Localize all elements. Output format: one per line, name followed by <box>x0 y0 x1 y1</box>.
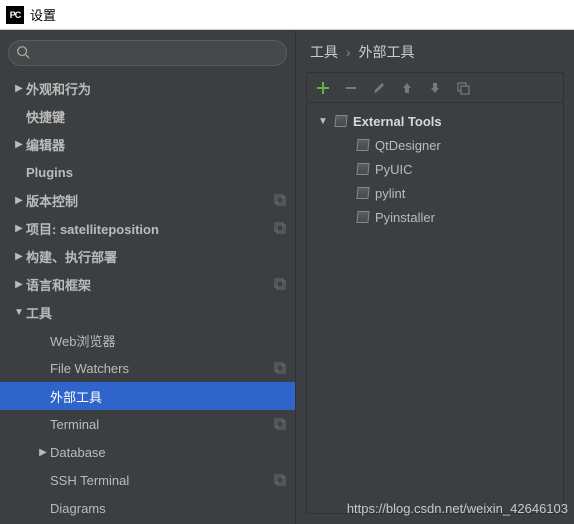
settings-tree: ▶外观和行为快捷键▶编辑器Plugins▶版本控制▶项目: satellitep… <box>0 74 295 524</box>
sidebar-item-label: 编辑器 <box>26 135 287 154</box>
sidebar-item-label: Diagrams <box>50 501 287 516</box>
expand-arrow-icon: ▶ <box>36 447 50 458</box>
sidebar-item-12[interactable]: Terminal <box>0 410 295 438</box>
project-scope-icon <box>273 221 287 235</box>
down-button[interactable] <box>427 80 443 96</box>
sidebar-item-label: SSH Terminal <box>50 473 269 488</box>
sidebar-item-0[interactable]: ▶外观和行为 <box>0 74 295 102</box>
tool-item-label: pylint <box>375 186 405 201</box>
sidebar-item-label: 语言和框架 <box>26 275 269 294</box>
search-row <box>0 30 295 74</box>
project-scope-icon <box>273 473 287 487</box>
search-box <box>8 40 287 66</box>
checkbox-icon[interactable] <box>356 187 369 199</box>
tool-item-label: Pyinstaller <box>375 210 435 225</box>
external-tools-tree: ▼ External Tools QtDesigner PyUIC pylint Pyin… <box>307 103 563 235</box>
right-panel: 工具 › 外部工具 <box>296 30 574 524</box>
sidebar-item-10[interactable]: File Watchers <box>0 354 295 382</box>
sidebar-item-label: 项目: satelliteposition <box>26 219 269 238</box>
sidebar-item-label: Terminal <box>50 417 269 432</box>
sidebar-item-8[interactable]: ▼工具 <box>0 298 295 326</box>
arrow-up-icon <box>401 81 413 95</box>
expand-arrow-icon: ▶ <box>12 279 26 290</box>
tool-item-label: QtDesigner <box>375 138 441 153</box>
remove-button[interactable] <box>343 80 359 96</box>
sidebar-item-3[interactable]: Plugins <box>0 158 295 186</box>
project-scope-icon <box>273 277 287 291</box>
main-container: ▶外观和行为快捷键▶编辑器Plugins▶版本控制▶项目: satellitep… <box>0 30 574 524</box>
expand-arrow-icon: ▶ <box>12 139 26 150</box>
project-scope-icon <box>273 417 287 431</box>
search-icon <box>16 45 30 59</box>
sidebar-item-label: File Watchers <box>50 361 269 376</box>
app-icon: PC <box>6 6 24 24</box>
add-button[interactable] <box>315 80 331 96</box>
content-box: ▼ External Tools QtDesigner PyUIC pylint Pyin… <box>306 72 564 514</box>
sidebar-item-label: 工具 <box>26 303 287 322</box>
minus-icon <box>344 81 358 95</box>
titlebar: PC 设置 <box>0 0 574 30</box>
sidebar-panel: ▶外观和行为快捷键▶编辑器Plugins▶版本控制▶项目: satellitep… <box>0 30 296 524</box>
arrow-down-icon <box>429 81 441 95</box>
tools-group-label: External Tools <box>353 114 442 129</box>
checkbox-icon[interactable] <box>334 115 347 127</box>
breadcrumb-part1: 工具 <box>310 44 338 60</box>
tool-item-1[interactable]: PyUIC <box>311 157 559 181</box>
expand-arrow-icon: ▶ <box>12 83 26 94</box>
sidebar-item-label: 构建、执行部署 <box>26 247 287 266</box>
project-scope-icon <box>273 193 287 207</box>
expand-arrow-icon: ▶ <box>12 223 26 234</box>
expand-arrow-icon: ▼ <box>12 307 26 318</box>
sidebar-item-2[interactable]: ▶编辑器 <box>0 130 295 158</box>
sidebar-item-6[interactable]: ▶构建、执行部署 <box>0 242 295 270</box>
tool-item-label: PyUIC <box>375 162 413 177</box>
sidebar-item-13[interactable]: ▶Database <box>0 438 295 466</box>
plus-icon <box>316 81 330 95</box>
sidebar-item-label: Web浏览器 <box>50 331 287 350</box>
sidebar-item-4[interactable]: ▶版本控制 <box>0 186 295 214</box>
tool-item-2[interactable]: pylint <box>311 181 559 205</box>
sidebar-item-14[interactable]: SSH Terminal <box>0 466 295 494</box>
search-input[interactable] <box>8 40 287 66</box>
sidebar-item-7[interactable]: ▶语言和框架 <box>0 270 295 298</box>
expand-arrow-icon: ▼ <box>317 116 329 127</box>
tool-item-0[interactable]: QtDesigner <box>311 133 559 157</box>
sidebar-item-15[interactable]: Diagrams <box>0 494 295 522</box>
sidebar-item-11[interactable]: 外部工具 <box>0 382 295 410</box>
breadcrumb: 工具 › 外部工具 <box>296 30 574 72</box>
checkbox-icon[interactable] <box>356 139 369 151</box>
copy-icon <box>456 81 470 95</box>
pencil-icon <box>372 81 386 95</box>
sidebar-item-label: 外观和行为 <box>26 79 287 98</box>
tool-item-3[interactable]: Pyinstaller <box>311 205 559 229</box>
sidebar-item-label: 版本控制 <box>26 191 269 210</box>
tools-toolbar <box>307 73 563 103</box>
breadcrumb-part2: 外部工具 <box>358 44 414 60</box>
sidebar-item-9[interactable]: Web浏览器 <box>0 326 295 354</box>
checkbox-icon[interactable] <box>356 211 369 223</box>
sidebar-item-5[interactable]: ▶项目: satelliteposition <box>0 214 295 242</box>
breadcrumb-sep: › <box>346 44 351 60</box>
sidebar-item-label: 快捷键 <box>26 107 287 126</box>
sidebar-item-label: Database <box>50 445 287 460</box>
sidebar-item-label: 外部工具 <box>50 387 287 406</box>
window-title: 设置 <box>30 5 56 24</box>
checkbox-icon[interactable] <box>356 163 369 175</box>
up-button[interactable] <box>399 80 415 96</box>
edit-button[interactable] <box>371 80 387 96</box>
project-scope-icon <box>273 361 287 375</box>
copy-button[interactable] <box>455 80 471 96</box>
sidebar-item-label: Plugins <box>26 165 287 180</box>
sidebar-item-1[interactable]: 快捷键 <box>0 102 295 130</box>
expand-arrow-icon: ▶ <box>12 195 26 206</box>
tools-group-row[interactable]: ▼ External Tools <box>311 109 559 133</box>
expand-arrow-icon: ▶ <box>12 251 26 262</box>
